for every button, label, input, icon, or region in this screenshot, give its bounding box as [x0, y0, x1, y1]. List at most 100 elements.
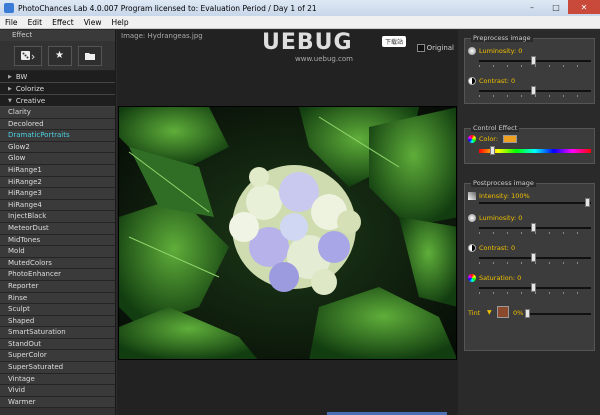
- post-intensity-track[interactable]: [479, 202, 591, 204]
- folder-icon: [84, 52, 95, 60]
- menu-bar: File Edit Effect View Help: [0, 16, 600, 29]
- effect-item-decolored[interactable]: Decolored: [0, 118, 115, 131]
- pre-contrast-slider[interactable]: [531, 86, 536, 95]
- window-title: PhotoChances Lab 4.0.007 Program license…: [18, 3, 317, 13]
- photo-preview[interactable]: [118, 106, 457, 360]
- effect-item-rinse[interactable]: Rinse: [0, 292, 115, 305]
- minimize-button[interactable]: –: [520, 0, 544, 14]
- menu-view[interactable]: View: [79, 18, 107, 27]
- saturation-icon: [468, 274, 476, 282]
- effect-item-photoenhancer[interactable]: PhotoEnhancer: [0, 269, 115, 281]
- app-icon: [4, 3, 14, 13]
- pre-contrast-label: Contrast: 0: [479, 77, 516, 85]
- post-luminosity-slider[interactable]: [531, 223, 536, 232]
- post-saturation-param: Saturation: 0: [465, 272, 596, 298]
- effect-toolbar: ★: [0, 41, 115, 71]
- post-saturation-label: Saturation: 0: [479, 274, 522, 282]
- preprocess-title: Preprocess image: [471, 34, 533, 42]
- post-contrast-slider[interactable]: [531, 253, 536, 262]
- effect-list: Clarity Decolored DramaticPortraits Glow2 Gl…: [0, 107, 115, 409]
- effect-item-hirange3[interactable]: HiRange3: [0, 188, 115, 200]
- tint-slider[interactable]: [525, 309, 530, 318]
- effect-panel: Effect ★ ▶ BW ▶ Colorize ▼ Creative Clarity…: [0, 30, 116, 415]
- effect-item-smartsaturation[interactable]: SmartSaturation: [0, 327, 115, 339]
- effect-item-glow[interactable]: Glow: [0, 153, 115, 165]
- original-label: Original: [426, 44, 454, 52]
- effect-item-supercolor[interactable]: SuperColor: [0, 350, 115, 363]
- contrast-icon: [468, 244, 476, 252]
- settings-panel: Preprocess image Luminosity: 0 Contrast:…: [459, 30, 600, 415]
- control-color-label: Color:: [479, 135, 499, 143]
- menu-effect[interactable]: Effect: [47, 18, 79, 27]
- effect-item-reporter[interactable]: Reporter: [0, 280, 115, 293]
- sun-icon: [468, 47, 476, 55]
- expand-arrow-icon: ▶: [8, 85, 12, 92]
- pre-luminosity-label: Luminosity: 0: [479, 47, 523, 55]
- effect-item-vivid[interactable]: Vivid: [0, 385, 115, 397]
- close-button[interactable]: ✕: [568, 0, 600, 14]
- title-bar: PhotoChances Lab 4.0.007 Program license…: [0, 0, 600, 16]
- effect-item-warmer[interactable]: Warmer: [0, 396, 115, 409]
- effect-item-sculpt[interactable]: Sculpt: [0, 304, 115, 316]
- post-contrast-label: Contrast: 0: [479, 244, 516, 252]
- post-luminosity-label: Luminosity: 0: [479, 214, 523, 222]
- hydrangea-image: [119, 107, 456, 359]
- maximize-button[interactable]: □: [544, 0, 568, 14]
- effect-item-mold[interactable]: Mold: [0, 246, 115, 258]
- watermark-badge: 下载站: [382, 36, 407, 47]
- effect-panel-caption: Effect: [0, 30, 115, 41]
- hue-bar[interactable]: [479, 149, 591, 153]
- favorite-button[interactable]: ★: [47, 45, 72, 66]
- tint-dropdown-icon[interactable]: ▼: [487, 309, 492, 316]
- category-bw[interactable]: ▶ BW: [0, 71, 115, 83]
- dice-button[interactable]: [13, 45, 42, 66]
- control-effect-group: Control Effect Color:: [464, 124, 596, 164]
- color-wheel-icon: [468, 135, 476, 143]
- effect-item-meteordust[interactable]: MeteorDust: [0, 222, 115, 235]
- tint-track[interactable]: [525, 313, 591, 315]
- expand-arrow-icon: ▼: [8, 97, 12, 104]
- menu-edit[interactable]: Edit: [23, 18, 48, 27]
- expand-arrow-icon: ▶: [8, 73, 12, 80]
- post-intensity-label: Intensity: 100%: [479, 192, 530, 200]
- effect-item-glow2[interactable]: Glow2: [0, 141, 115, 154]
- control-color-swatch[interactable]: [503, 135, 517, 143]
- effect-item-hirange2[interactable]: HiRange2: [0, 176, 115, 189]
- image-area: Image: Hydrangeas.jpg UEBUG 下载站 www.uebu…: [117, 30, 458, 415]
- pre-luminosity-param: Luminosity: 0: [465, 45, 596, 71]
- postprocess-group: Postprocess image Intensity: 100% Lumino…: [464, 179, 596, 351]
- category-colorize[interactable]: ▶ Colorize: [0, 83, 115, 95]
- original-checkbox[interactable]: [416, 44, 425, 52]
- original-toggle[interactable]: Original: [416, 44, 454, 52]
- control-color-param: Color:: [465, 133, 596, 159]
- contrast-icon: [468, 77, 476, 85]
- post-luminosity-param: Luminosity: 0: [465, 212, 596, 238]
- effect-item-mutedcolors[interactable]: MutedColors: [0, 257, 115, 270]
- effect-item-dramaticportraits[interactable]: DramaticPortraits: [0, 130, 115, 142]
- effect-item-hirange1[interactable]: HiRange1: [0, 164, 115, 177]
- effect-item-vintage[interactable]: Vintage: [0, 373, 115, 386]
- menu-help[interactable]: Help: [107, 18, 134, 27]
- effect-item-supersaturated[interactable]: SuperSaturated: [0, 362, 115, 374]
- post-intensity-slider[interactable]: [585, 198, 590, 207]
- tint-label: Tint: [468, 309, 481, 317]
- effect-item-hirange4[interactable]: HiRange4: [0, 199, 115, 212]
- effect-item-clarity[interactable]: Clarity: [0, 107, 115, 119]
- effect-item-midtones[interactable]: MidTones: [0, 234, 115, 247]
- postprocess-title: Postprocess image: [471, 179, 536, 187]
- effect-item-shaped[interactable]: Shaped: [0, 315, 115, 328]
- category-creative[interactable]: ▼ Creative: [0, 95, 115, 107]
- tint-value: 0%: [513, 309, 524, 317]
- post-saturation-slider[interactable]: [531, 283, 536, 292]
- pre-luminosity-slider[interactable]: [531, 56, 536, 65]
- dice-icon: [20, 50, 35, 60]
- hue-slider[interactable]: [490, 146, 496, 155]
- effect-item-standout[interactable]: StandOut: [0, 338, 115, 351]
- watermark-url: www.uebug.com: [295, 55, 353, 63]
- watermark-logo: UEBUG: [262, 30, 353, 55]
- folder-button[interactable]: [77, 45, 102, 66]
- tint-color-swatch[interactable]: [497, 306, 509, 318]
- menu-file[interactable]: File: [0, 18, 23, 27]
- effect-item-injectblack[interactable]: InjectBlack: [0, 211, 115, 223]
- sun-icon: [468, 214, 476, 222]
